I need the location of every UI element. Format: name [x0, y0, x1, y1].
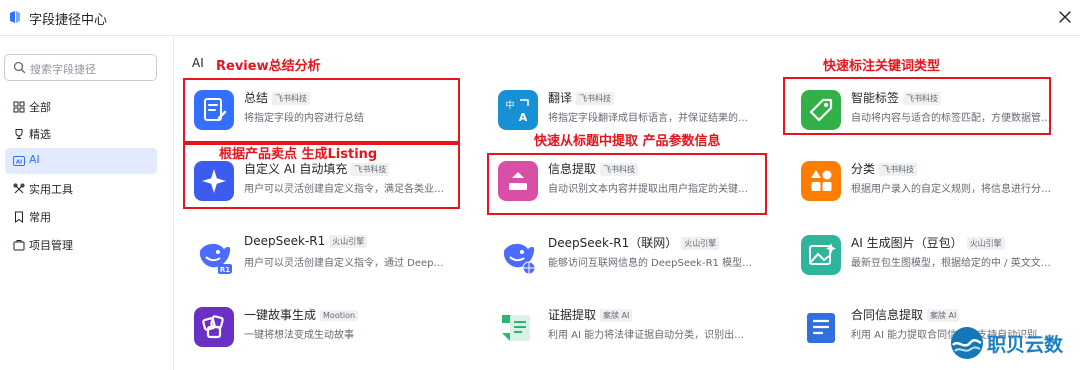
card-description: 将指定字段翻译成目标语言，并保证结果的…	[548, 113, 748, 124]
card-description: 一键将想法变成生动故事	[244, 330, 354, 341]
briefcase-icon	[13, 240, 25, 251]
sidebar-item-project[interactable]: 项目管理	[5, 232, 157, 258]
ai-icon: AI	[13, 156, 25, 166]
svg-text:中: 中	[505, 99, 514, 111]
evidence-icon	[502, 315, 530, 341]
search-input[interactable]: 搜索字段捷径	[4, 54, 157, 81]
annotation-label-summary: Review总结分析	[216, 59, 321, 74]
translate-icon: 中 A	[498, 90, 538, 130]
svg-text:R1: R1	[220, 266, 230, 274]
sidebar-item-label: 项目管理	[29, 239, 73, 252]
provider-badge: 案牍 AI	[927, 309, 960, 322]
annotation-box-summary	[183, 78, 460, 143]
card-title: 分类 飞书科技	[851, 160, 918, 177]
sidebar-item-label: 实用工具	[29, 183, 73, 196]
card-title: 合同信息提取 案牍 AI	[851, 306, 960, 323]
section-title: AI	[192, 56, 204, 70]
provider-badge: 火山引擎	[329, 235, 368, 248]
close-icon[interactable]	[1056, 8, 1074, 26]
search-icon	[13, 61, 26, 74]
annotation-box-info-extract	[487, 153, 767, 215]
card-description: 最新豆包生图模型，根据给定的中 / 英文文字…	[851, 258, 1056, 269]
wave-logo-icon	[951, 327, 983, 359]
card-title: 证据提取 案牍 AI	[548, 306, 633, 323]
app-logo-icon	[10, 11, 20, 23]
card-title: 一键故事生成 Mootion	[244, 306, 359, 323]
sidebar-item-tools[interactable]: 实用工具	[5, 176, 157, 202]
image-gen-icon	[801, 235, 841, 275]
card-description: 能够访问互联网信息的 DeepSeek-R1 模型，…	[548, 258, 753, 269]
story-icon	[194, 307, 234, 347]
sidebar-item-all[interactable]: 全部	[5, 94, 157, 120]
shortcut-card-image-gen[interactable]: AI 生成图片（豆包） 火山引擎 最新豆包生图模型，根据给定的中 / 英文文字…	[801, 231, 1071, 291]
contract-icon	[807, 313, 835, 343]
svg-text:AI: AI	[16, 160, 22, 166]
deepseek-web-icon	[503, 243, 536, 275]
svg-text:A: A	[519, 111, 528, 124]
title-bar: 字段捷径中心	[0, 0, 1080, 36]
sidebar-item-label: AI	[29, 153, 40, 166]
provider-badge: 飞书科技	[576, 92, 615, 105]
annotation-box-smart-tag	[783, 77, 1051, 135]
sidebar-item-ai[interactable]: AI AI	[5, 148, 157, 174]
shortcut-card-category[interactable]: 分类 飞书科技 根据用户录入的自定义规则，将信息进行分…	[801, 157, 1071, 217]
shortcut-card-story[interactable]: 一键故事生成 Mootion 一键将想法变成生动故事	[194, 303, 464, 363]
watermark-text: 职贝云数	[987, 334, 1064, 356]
grid-icon	[13, 101, 25, 113]
sidebar-item-label: 精选	[29, 128, 51, 141]
provider-badge: 飞书科技	[879, 163, 918, 176]
card-description: 用户可以灵活创建自定义指令，通过 DeepSe…	[244, 258, 449, 269]
shortcut-card-deepseek-web[interactable]: DeepSeek-R1（联网） 火山引擎 能够访问互联网信息的 DeepSeek-…	[498, 231, 768, 291]
sidebar-item-label: 全部	[29, 101, 51, 114]
deepseek-icon: R1	[199, 243, 232, 274]
card-title: AI 生成图片（豆包） 火山引擎	[851, 234, 1005, 251]
category-icon	[801, 161, 841, 201]
bookmark-icon	[15, 211, 23, 223]
sidebar: 搜索字段捷径 全部 精选 AI AI 实用工具 常用 项目管理	[0, 37, 174, 370]
sidebar-item-label: 常用	[29, 211, 51, 224]
provider-badge: 火山引擎	[966, 237, 1005, 250]
card-title: DeepSeek-R1 火山引擎	[244, 234, 368, 248]
window-title: 字段捷径中心	[29, 13, 108, 28]
card-description: 根据用户录入的自定义规则，将信息进行分…	[851, 184, 1051, 195]
shortcut-card-deepseek[interactable]: R1 DeepSeek-R1 火山引擎 用户可以灵活创建自定义指令，通过 Deep…	[194, 231, 464, 291]
sidebar-item-featured[interactable]: 精选	[5, 121, 157, 147]
provider-badge: 案牍 AI	[600, 309, 633, 322]
tools-icon	[13, 183, 25, 194]
shortcut-card-evidence[interactable]: 证据提取 案牍 AI 利用 AI 能力将法律证据自动分类，识别出关…	[498, 303, 768, 363]
annotation-label-custom-ai: 根据产品卖点 生成Listing	[219, 147, 378, 162]
search-placeholder: 搜索字段捷径	[30, 63, 96, 76]
card-title: 翻译 飞书科技	[548, 89, 615, 106]
trophy-icon	[15, 129, 23, 139]
provider-badge: 火山引擎	[681, 237, 720, 250]
card-title: DeepSeek-R1（联网） 火山引擎	[548, 234, 720, 251]
sidebar-item-frequent[interactable]: 常用	[5, 204, 157, 230]
card-description: 利用 AI 能力将法律证据自动分类，识别出关…	[548, 330, 753, 341]
provider-badge: Mootion	[320, 310, 359, 321]
annotation-label-smart-tag: 快速标注关键词类型	[823, 59, 941, 74]
annotation-label-info-extract: 快速从标题中提取 产品参数信息	[534, 134, 721, 149]
